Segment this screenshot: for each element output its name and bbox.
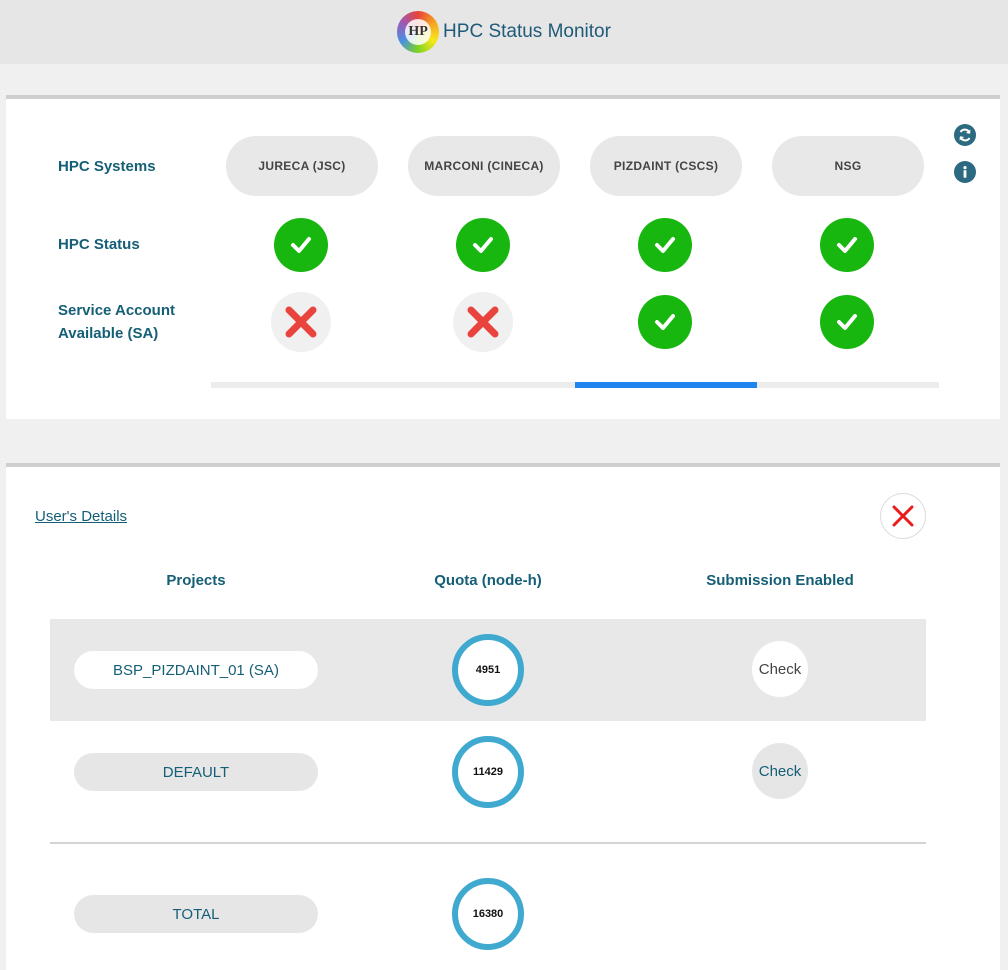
- info-icon[interactable]: [954, 161, 976, 183]
- close-button[interactable]: [880, 493, 926, 539]
- nsg-sa-check-icon: [820, 295, 874, 349]
- hpc-systems-panel: HPC Systems HPC Status Service Account A…: [6, 95, 1000, 419]
- selected-system-indicator: [575, 382, 757, 388]
- hbp-logo: HP: [397, 11, 440, 53]
- check-submission-button[interactable]: Check: [752, 743, 808, 799]
- hpc-status-label: HPC Status: [58, 236, 140, 253]
- total-pill: TOTAL: [74, 895, 318, 933]
- jureca-status-check-icon: [274, 218, 328, 272]
- quota-ring: 4951: [452, 634, 524, 706]
- system-selection-track: [211, 382, 939, 388]
- system-nsg-button[interactable]: NSG: [772, 136, 924, 196]
- service-account-label-line1: Service Account: [58, 302, 175, 319]
- quota-header: Quota (node-h): [434, 572, 542, 589]
- project-pill[interactable]: BSP_PIZDAINT_01 (SA): [74, 651, 318, 689]
- submission-enabled-header: Submission Enabled: [706, 572, 854, 589]
- pizdaint-sa-check-icon: [638, 295, 692, 349]
- user-details-panel: User's Details Projects Quota (node-h) S…: [6, 463, 1000, 970]
- jureca-sa-cross-icon: [271, 292, 331, 352]
- system-pizdaint-button[interactable]: PIZDAINT (CSCS): [590, 136, 742, 196]
- system-marconi-button[interactable]: MARCONI (CINECA): [408, 136, 560, 196]
- app-header: HP HPC Status Monitor: [0, 0, 1008, 64]
- marconi-status-check-icon: [456, 218, 510, 272]
- app-title: HPC Status Monitor: [443, 21, 611, 42]
- project-pill[interactable]: DEFAULT: [74, 753, 318, 791]
- system-jureca-button[interactable]: JURECA (JSC): [226, 136, 378, 196]
- nsg-status-check-icon: [820, 218, 874, 272]
- refresh-icon[interactable]: [954, 124, 976, 146]
- pizdaint-status-check-icon: [638, 218, 692, 272]
- quota-ring: 11429: [452, 736, 524, 808]
- marconi-sa-cross-icon: [453, 292, 513, 352]
- projects-header: Projects: [166, 572, 226, 589]
- total-divider: [50, 842, 926, 844]
- service-account-label: Service Account Available (SA): [58, 299, 175, 345]
- service-account-label-line2: Available (SA): [58, 325, 159, 342]
- close-icon: [892, 505, 914, 527]
- total-quota-ring: 16380: [452, 878, 524, 950]
- logo-text: HP: [405, 19, 432, 45]
- users-details-link[interactable]: User's Details: [35, 508, 127, 525]
- check-submission-button[interactable]: Check: [752, 641, 808, 697]
- hpc-systems-label: HPC Systems: [58, 158, 156, 175]
